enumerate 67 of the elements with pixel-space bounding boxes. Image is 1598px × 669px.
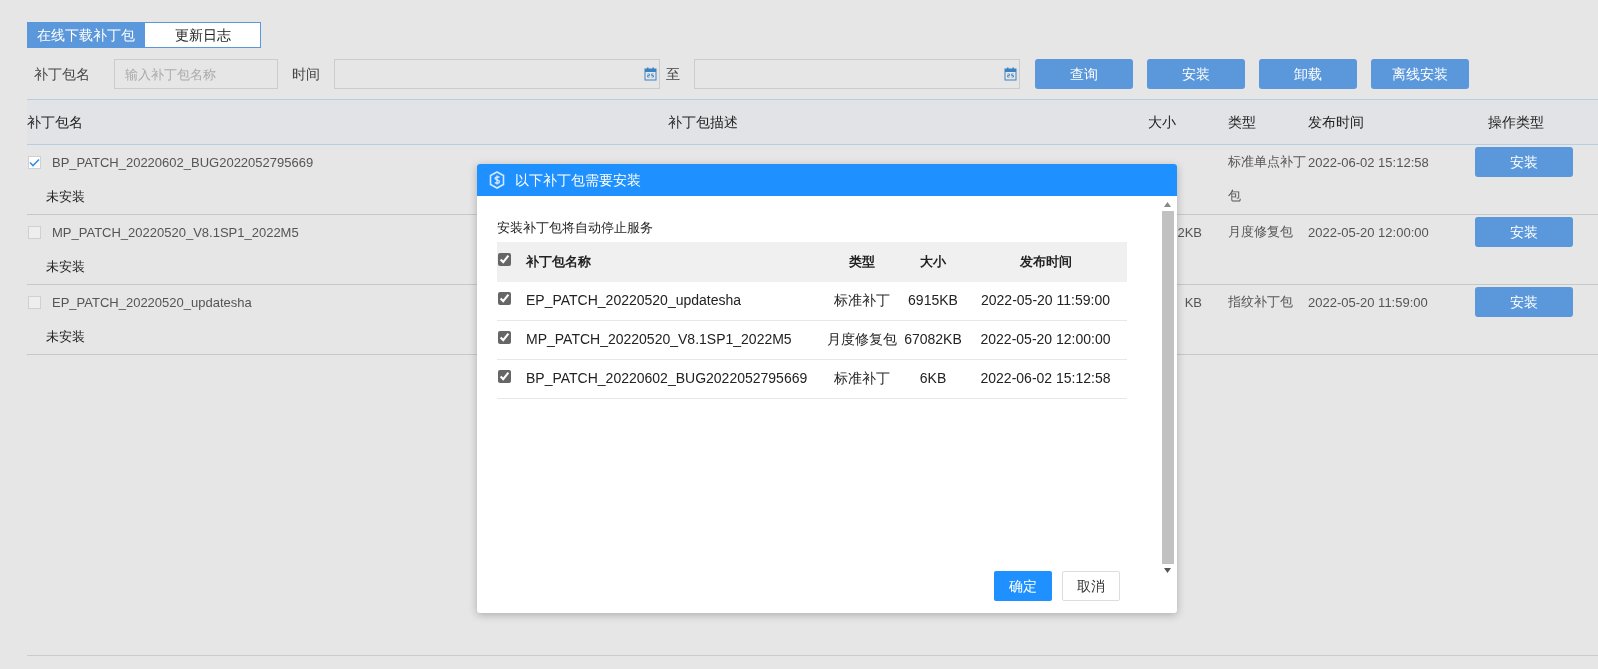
scroll-up-icon[interactable] — [1164, 202, 1171, 207]
column-header: 补丁包名 — [27, 112, 84, 132]
install-button[interactable]: 安装 — [1474, 147, 1573, 177]
install-status: 未安装 — [46, 257, 85, 276]
scroll-down-icon[interactable] — [1164, 568, 1171, 573]
table-cell: 6915KB — [908, 292, 958, 308]
install-status: 未安装 — [46, 187, 85, 206]
patch-name: EP_PATCH_20220520_updatesha — [52, 294, 252, 312]
toolbar-button[interactable]: 查询 — [1034, 59, 1133, 89]
patch-name: EP_PATCH_20220520_updatesha — [526, 291, 743, 310]
column-header: 操作类型 — [1486, 112, 1545, 132]
table-cell: 2022-06-02 15:12:58 — [980, 370, 1111, 386]
checkbox[interactable] — [498, 331, 511, 344]
install-status: 未安装 — [46, 327, 85, 346]
column-header: 补丁包描述 — [668, 112, 739, 132]
checkbox[interactable] — [28, 226, 41, 240]
toolbar-button[interactable]: 离线安装 — [1370, 59, 1469, 89]
scrollbar[interactable] — [1160, 202, 1175, 573]
patch-name: MP_PATCH_20220520_V8.1SP1_2022M5 — [52, 224, 299, 242]
column-header: 补丁包名称 — [526, 252, 592, 271]
confirm-button[interactable]: 确定 — [994, 571, 1052, 601]
table-cell: KB — [1184, 295, 1202, 310]
toolbar-button[interactable]: 卸载 — [1258, 59, 1357, 89]
table-cell: 标准单点补丁包 — [1228, 155, 1306, 203]
field-label: 补丁包名 — [33, 64, 90, 84]
table-cell: 标准补丁 — [834, 292, 890, 308]
table-cell: 2022-05-20 12:00:00 — [1308, 225, 1429, 240]
date-field[interactable] — [693, 59, 1020, 89]
table-cell: 2022-06-02 15:12:58 — [1308, 155, 1429, 170]
calendar-icon[interactable] — [643, 67, 657, 81]
install-button[interactable]: 安装 — [1474, 217, 1573, 247]
checkbox[interactable] — [28, 156, 41, 170]
table-cell: 67082KB — [904, 331, 962, 347]
table-cell: 月度修复包 — [827, 331, 897, 347]
shield-icon — [489, 171, 505, 189]
table-cell: 2022-05-20 12:00:00 — [980, 331, 1111, 347]
patch-name: BP_PATCH_20220602_BUG2022052795669 — [526, 369, 809, 388]
date-field[interactable] — [333, 59, 660, 89]
checkbox[interactable] — [498, 292, 511, 305]
tab[interactable]: 更新日志 — [144, 22, 261, 48]
cancel-button[interactable]: 取消 — [1062, 571, 1120, 601]
dialog-title: 以下补丁包需要安装 — [515, 170, 641, 190]
table-cell: 月度修复包 — [1228, 225, 1293, 239]
patch-name: BP_PATCH_20220602_BUG2022052795669 — [52, 154, 314, 172]
notice-text: 安装补丁包将自动停止服务 — [497, 219, 654, 237]
column-header: 类型 — [1228, 112, 1257, 132]
checkbox[interactable] — [498, 370, 511, 383]
table-cell: 6KB — [919, 370, 947, 386]
column-header: 大小 — [919, 252, 947, 271]
column-header: 大小 — [1148, 112, 1177, 132]
checkbox[interactable] — [28, 296, 41, 310]
column-header: 发布时间 — [1308, 112, 1365, 132]
toolbar-button[interactable]: 安装 — [1146, 59, 1245, 89]
tab[interactable]: 在线下载补丁包 — [27, 22, 144, 48]
table-cell: 2022-05-20 11:59:00 — [1308, 295, 1428, 310]
patch-name: MP_PATCH_20220520_V8.1SP1_2022M5 — [526, 330, 793, 349]
table-cell: 标准补丁 — [834, 370, 890, 386]
column-header: 发布时间 — [1018, 252, 1073, 271]
calendar-icon[interactable] — [1003, 67, 1017, 81]
table-cell: 2022-05-20 11:59:00 — [981, 292, 1110, 308]
field-label: 时间 — [291, 64, 320, 84]
field-label: 至 — [665, 64, 680, 84]
table-cell: 指纹补丁包 — [1228, 295, 1293, 309]
install-button[interactable]: 安装 — [1474, 287, 1573, 317]
checkbox[interactable] — [498, 252, 511, 266]
column-header: 类型 — [848, 252, 876, 271]
table-cell: 2KB — [1177, 225, 1202, 240]
